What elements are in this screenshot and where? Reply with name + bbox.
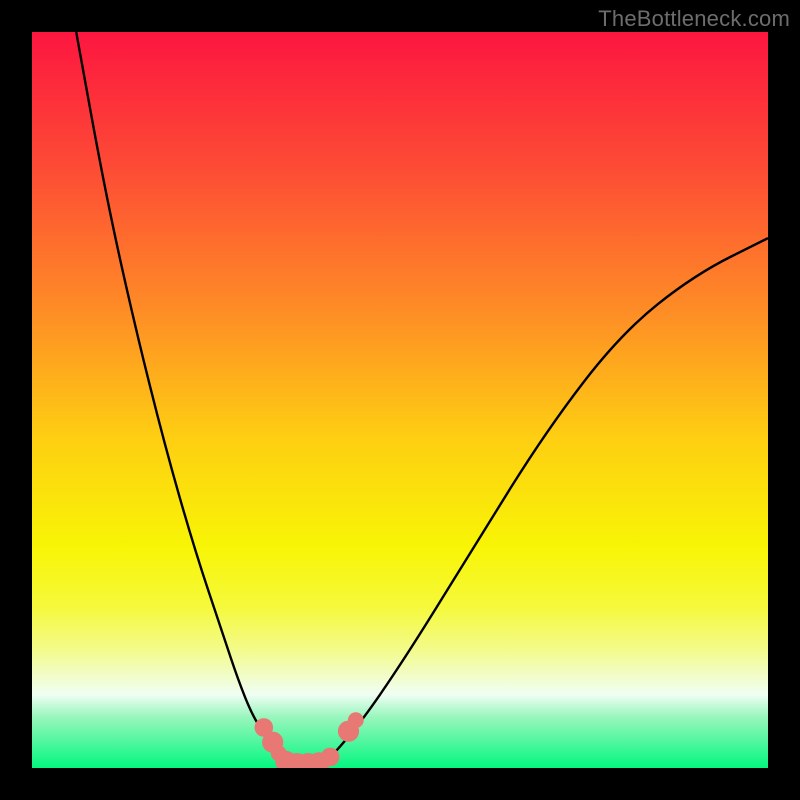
- chart-svg: [32, 32, 768, 768]
- watermark-label: TheBottleneck.com: [598, 6, 790, 32]
- chart-frame: TheBottleneck.com: [0, 0, 800, 800]
- bottleneck-curve: [76, 32, 768, 764]
- chart-plot-area: [32, 32, 768, 768]
- marker-dot: [321, 748, 340, 767]
- marker-dot: [348, 712, 364, 728]
- zero-bottleneck-markers: [255, 712, 364, 768]
